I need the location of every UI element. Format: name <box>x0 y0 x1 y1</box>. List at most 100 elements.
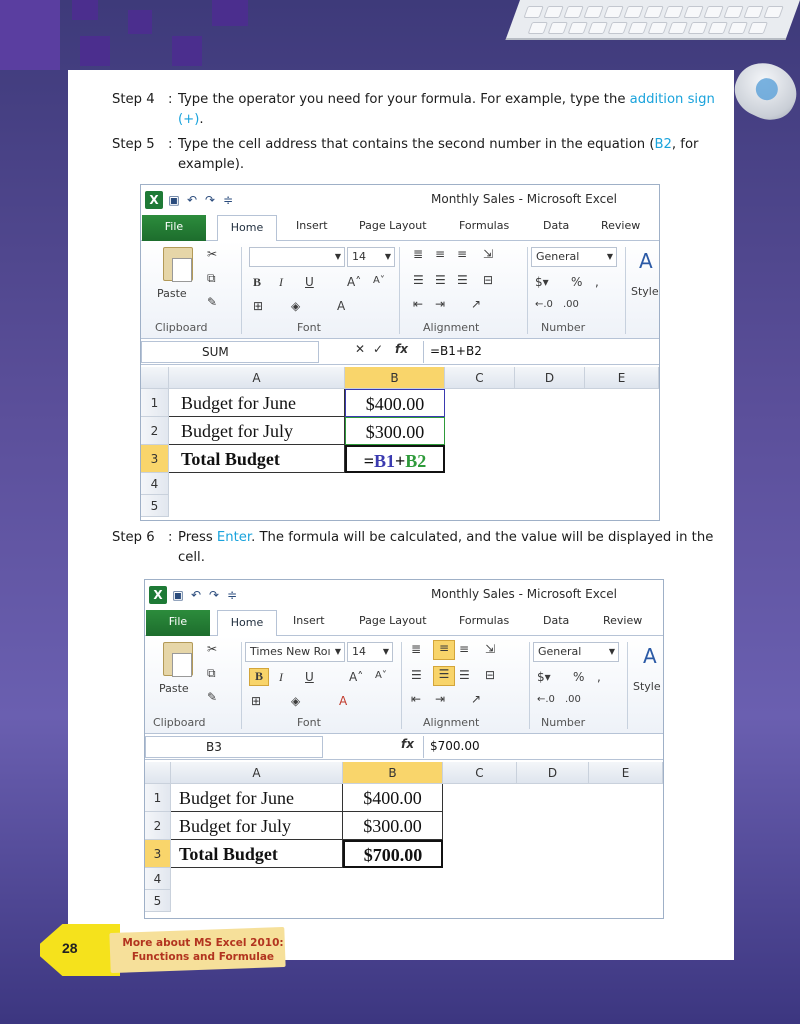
copy-icon[interactable]: ⧉ <box>207 666 216 681</box>
number-format-combo[interactable]: General ▼ <box>533 642 619 662</box>
cancel-icon[interactable]: ✕ <box>355 342 365 356</box>
increase-decimal-icon[interactable]: ←.0 <box>535 299 553 310</box>
redo-icon[interactable]: ↷ <box>203 193 217 207</box>
borders-icon[interactable]: ⊞ <box>253 299 263 313</box>
tab-formulas[interactable]: Formulas <box>459 614 509 627</box>
row-header[interactable]: 4 <box>145 868 171 890</box>
paste-button[interactable]: Paste <box>159 682 189 695</box>
name-box[interactable]: SUM <box>141 341 319 363</box>
increase-indent-icon[interactable]: ⇥ <box>435 297 445 311</box>
align-top-icon[interactable]: ≣ <box>413 247 423 261</box>
increase-decimal-icon[interactable]: ←.0 <box>537 694 555 705</box>
customize-qat-icon[interactable]: ≑ <box>221 193 235 207</box>
align-left-icon[interactable]: ☰ <box>413 273 424 287</box>
row-header[interactable]: 2 <box>141 417 169 445</box>
comma-icon[interactable]: , <box>597 670 601 684</box>
underline-icon[interactable]: U <box>305 275 314 289</box>
align-right-icon[interactable]: ☰ <box>457 273 468 287</box>
select-all-corner[interactable] <box>141 367 169 389</box>
bold-icon[interactable]: B <box>253 275 261 290</box>
tab-data[interactable]: Data <box>543 614 569 627</box>
column-header[interactable]: B <box>343 762 443 784</box>
save-icon[interactable]: ▣ <box>167 193 181 207</box>
format-painter-icon[interactable]: ✎ <box>207 295 217 309</box>
tab-home[interactable]: Home <box>217 610 277 636</box>
tab-review[interactable]: Review <box>603 614 642 627</box>
font-name-combo[interactable]: ▼ <box>249 247 345 267</box>
tab-file[interactable]: File <box>146 610 210 636</box>
tab-page-layout[interactable]: Page Layout <box>359 219 427 232</box>
font-size-combo[interactable]: 14 ▼ <box>347 642 393 662</box>
font-size-combo[interactable]: 14 ▼ <box>347 247 395 267</box>
increase-indent-icon[interactable]: ⇥ <box>435 692 445 706</box>
redo-icon[interactable]: ↷ <box>207 588 221 602</box>
cell-b2[interactable]: $300.00 <box>345 417 445 445</box>
cell-a2[interactable]: Budget for July <box>171 812 343 840</box>
row-header[interactable]: 5 <box>141 495 169 517</box>
formula-input[interactable]: $700.00 <box>423 736 663 758</box>
cell-b3[interactable]: =B1+B2 <box>345 445 445 473</box>
tab-formulas[interactable]: Formulas <box>459 219 509 232</box>
align-bottom-icon[interactable]: ≡ <box>459 642 469 656</box>
styles-icon[interactable]: A <box>639 249 653 273</box>
cell-b1[interactable]: $400.00 <box>343 784 443 812</box>
column-header[interactable]: B <box>345 367 445 389</box>
font-color-icon[interactable]: A <box>337 299 345 313</box>
comma-icon[interactable]: , <box>595 275 599 289</box>
cut-icon[interactable]: ✂ <box>207 247 217 261</box>
shrink-font-icon[interactable]: A˅ <box>375 670 387 681</box>
align-bottom-icon[interactable]: ≡ <box>457 247 467 261</box>
undo-icon[interactable]: ↶ <box>185 193 199 207</box>
enter-icon[interactable]: ✓ <box>373 342 383 356</box>
cell-a3[interactable]: Total Budget <box>169 445 345 473</box>
font-color-icon[interactable]: A <box>339 694 347 708</box>
tab-insert[interactable]: Insert <box>293 614 325 627</box>
decrease-decimal-icon[interactable]: .00 <box>563 299 579 310</box>
column-header[interactable]: C <box>443 762 517 784</box>
percent-icon[interactable]: % <box>573 670 584 684</box>
fill-color-icon[interactable]: ◈ <box>291 694 300 708</box>
name-box[interactable]: B3 <box>145 736 323 758</box>
grow-font-icon[interactable]: A˄ <box>347 275 361 289</box>
styles-icon[interactable]: A <box>643 644 657 668</box>
paste-button[interactable]: Paste <box>157 287 187 300</box>
styles-button[interactable]: Style <box>631 285 659 298</box>
column-header[interactable]: C <box>445 367 515 389</box>
column-header[interactable]: D <box>515 367 585 389</box>
format-painter-icon[interactable]: ✎ <box>207 690 217 704</box>
row-header[interactable]: 5 <box>145 890 171 912</box>
tab-review[interactable]: Review <box>601 219 640 232</box>
column-header[interactable]: E <box>585 367 659 389</box>
column-header[interactable]: A <box>169 367 345 389</box>
styles-button[interactable]: Style <box>633 680 661 693</box>
cell-b1[interactable]: $400.00 <box>345 389 445 417</box>
cell-a1[interactable]: Budget for June <box>171 784 343 812</box>
row-header[interactable]: 2 <box>145 812 171 840</box>
align-top-icon[interactable]: ≣ <box>411 642 421 656</box>
number-format-combo[interactable]: General ▼ <box>531 247 617 267</box>
cell-b2[interactable]: $300.00 <box>343 812 443 840</box>
select-all-corner[interactable] <box>145 762 171 784</box>
paste-icon[interactable] <box>163 642 193 677</box>
row-header[interactable]: 1 <box>141 389 169 417</box>
row-header[interactable]: 3 <box>141 445 169 473</box>
shrink-font-icon[interactable]: A˅ <box>373 275 385 286</box>
fill-color-icon[interactable]: ◈ <box>291 299 300 313</box>
underline-icon[interactable]: U <box>305 670 314 684</box>
paste-icon[interactable] <box>163 247 193 282</box>
bold-icon[interactable]: B <box>249 668 269 686</box>
column-header[interactable]: A <box>171 762 343 784</box>
cell-a2[interactable]: Budget for July <box>169 417 345 445</box>
merge-center-icon[interactable]: ⊟ <box>485 668 495 682</box>
decrease-decimal-icon[interactable]: .00 <box>565 694 581 705</box>
customize-qat-icon[interactable]: ≑ <box>225 588 239 602</box>
tab-data[interactable]: Data <box>543 219 569 232</box>
cell-b3[interactable]: $700.00 <box>343 840 443 868</box>
tab-file[interactable]: File <box>142 215 206 241</box>
accounting-icon[interactable]: $▾ <box>535 275 549 289</box>
cell-a3[interactable]: Total Budget <box>171 840 343 868</box>
font-name-combo[interactable]: Times New Roı ▼ <box>245 642 345 662</box>
tab-page-layout[interactable]: Page Layout <box>359 614 427 627</box>
cell-a1[interactable]: Budget for June <box>169 389 345 417</box>
percent-icon[interactable]: % <box>571 275 582 289</box>
